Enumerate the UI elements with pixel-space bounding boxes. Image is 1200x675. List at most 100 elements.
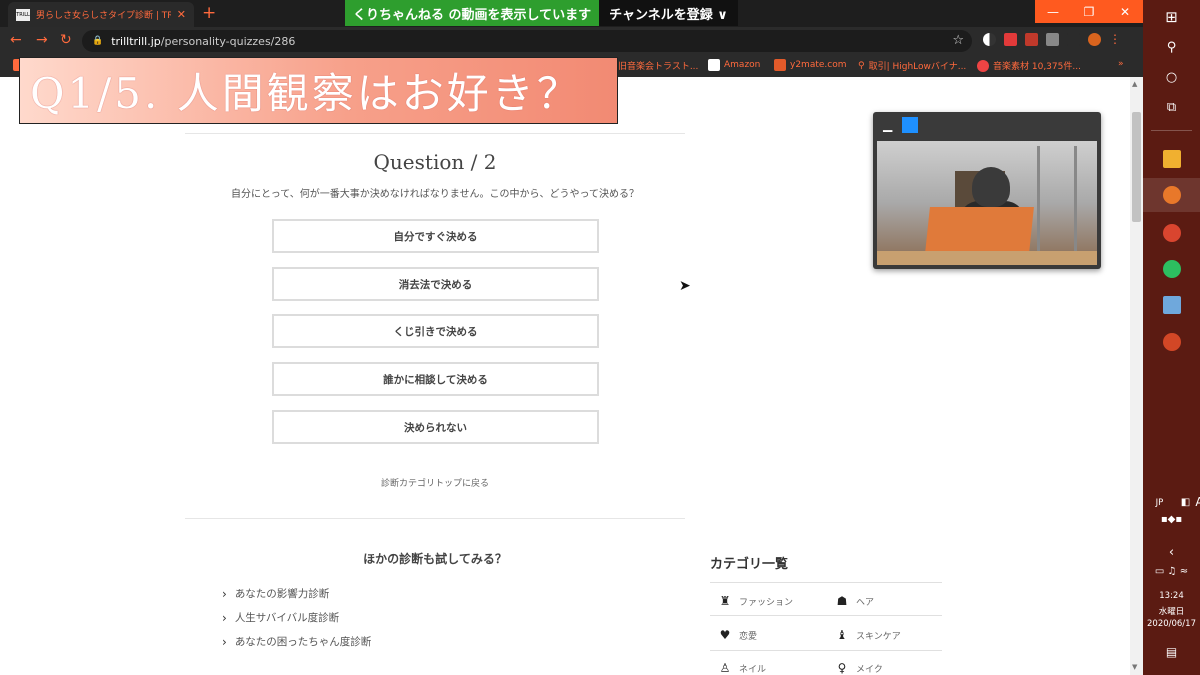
- url-host: trilltrill.jp: [111, 34, 161, 48]
- extension-contrast-icon[interactable]: [983, 33, 996, 46]
- tray-apps-icon[interactable]: ▪◆▪: [1143, 514, 1200, 525]
- bookmark-amazon[interactable]: Amazon: [708, 59, 760, 71]
- chevron-left-icon[interactable]: ‹: [1143, 545, 1200, 560]
- battery-headphone-wifi-icon[interactable]: ▭ ♫ ≈: [1143, 566, 1200, 577]
- clock-date: 2020/06/17: [1147, 619, 1196, 629]
- maximize-icon[interactable]: [902, 117, 919, 133]
- scroll-up-icon[interactable]: ▲: [1132, 80, 1137, 88]
- back-arrow-icon[interactable]: ←: [10, 32, 22, 48]
- bookmark-highlow[interactable]: ⚲ 取引| HighLowバイナ...: [858, 59, 966, 73]
- other-quizzes-heading: ほかの診断も試してみる？: [363, 552, 507, 566]
- channel-notice: くりちゃんねる の動画を表示しています: [345, 0, 600, 26]
- category-list-heading: カテゴリ一覧: [710, 557, 789, 572]
- subscribe-button[interactable]: チャンネルを登録 ∨: [599, 0, 738, 26]
- search-icon[interactable]: ⚲: [1143, 40, 1200, 55]
- clock-time[interactable]: 13:24: [1143, 591, 1200, 601]
- chevron-right-icon: ›: [222, 634, 227, 649]
- back-to-category-link[interactable]: 診断カテゴリトップに戻る: [185, 476, 685, 489]
- divider: [1151, 130, 1192, 131]
- answer-button-1[interactable]: 自分ですぐ決める: [272, 219, 599, 253]
- scroll-thumb[interactable]: [1132, 112, 1141, 222]
- hair-icon: ☗: [836, 594, 848, 608]
- evernote-icon[interactable]: [1143, 260, 1200, 278]
- tab-close-icon[interactable]: ✕: [177, 8, 186, 21]
- category-nail[interactable]: ♙ ネイル: [718, 661, 766, 675]
- profile-avatar-icon[interactable]: [1088, 33, 1101, 46]
- answer-button-2[interactable]: 消去法で決める: [272, 267, 599, 301]
- divider: [710, 650, 942, 651]
- bookmarks-more-button[interactable]: »: [1118, 59, 1124, 69]
- bookmark-star-icon[interactable]: ☆: [952, 33, 964, 48]
- extension-pdf-icon[interactable]: [1025, 33, 1038, 46]
- clock-weekday: 水曜日: [1158, 607, 1185, 617]
- answer-button-5[interactable]: 決められない: [272, 410, 599, 444]
- other-quiz-link[interactable]: › あなたの困ったちゃん度診断: [222, 634, 371, 649]
- dress-icon: ♜: [719, 594, 731, 608]
- answer-button-4[interactable]: 誰かに相談して決める: [272, 362, 599, 396]
- webcam-scene: [972, 167, 1010, 207]
- browser-tab[interactable]: TRILL 男らしさ女らしさタイプ診断 | TRILL( ✕: [8, 2, 194, 27]
- window-controls: — ❐ ✕: [1035, 0, 1143, 23]
- reload-icon[interactable]: ↻: [60, 32, 72, 48]
- minimize-icon[interactable]: ▁: [883, 118, 892, 132]
- video-overlay-title: Q1/5. 人間観察はお好き？: [19, 57, 618, 124]
- url-input[interactable]: 🔒 trilltrill.jp/personality-quizzes/286 …: [82, 30, 972, 52]
- windows-start-icon[interactable]: ⊞: [1143, 8, 1200, 26]
- webcam-video: [877, 141, 1097, 265]
- y2mate-icon: [774, 59, 786, 71]
- divider: [185, 518, 685, 519]
- category-skincare[interactable]: ♝ スキンケア: [835, 628, 901, 642]
- file-explorer-icon[interactable]: [1143, 150, 1200, 168]
- webcam-titlebar: ▁: [873, 112, 1101, 138]
- category-love[interactable]: ♥ 恋愛: [718, 628, 757, 642]
- bookmark-music[interactable]: 音楽素材 10,375件...: [977, 59, 1081, 72]
- bookmark-item[interactable]: 旧音楽会トラスト...: [618, 59, 698, 72]
- forward-arrow-icon[interactable]: →: [36, 32, 48, 48]
- youtube-channel-banner: くりちゃんねる の動画を表示しています チャンネルを登録 ∨: [345, 0, 738, 26]
- divider: [185, 133, 685, 134]
- question-text: 自分にとって、何が一番大事か決めなければなりません。この中から、どうやって決める…: [231, 189, 639, 200]
- webcam-scene: [1037, 146, 1077, 256]
- heart-icon: ♥: [719, 628, 731, 642]
- new-tab-button[interactable]: +: [202, 4, 216, 22]
- chain-icon: ⚲: [858, 60, 865, 71]
- webcam-window[interactable]: ▁: [873, 112, 1101, 269]
- question-heading: Question / 2: [373, 150, 497, 174]
- restore-button[interactable]: ❐: [1071, 0, 1107, 23]
- other-quiz-link[interactable]: › 人生サバイバル度診断: [222, 610, 339, 625]
- category-makeup[interactable]: ♀ メイク: [835, 661, 883, 675]
- ime-indicator[interactable]: A: [1171, 495, 1200, 509]
- notification-icon[interactable]: ▤: [1143, 645, 1200, 659]
- url-path: /personality-quizzes/286: [160, 34, 296, 48]
- chevron-right-icon: ›: [222, 610, 227, 625]
- divider: [710, 615, 942, 616]
- page-scrollbar[interactable]: ▲ ▼: [1130, 77, 1143, 675]
- amazon-icon: [708, 59, 720, 71]
- other-quiz-link[interactable]: › あなたの影響力診断: [222, 586, 329, 601]
- scroll-down-icon[interactable]: ▼: [1132, 663, 1137, 671]
- close-window-button[interactable]: ✕: [1107, 0, 1143, 23]
- extension-barcode-icon[interactable]: [1046, 33, 1059, 46]
- minimize-button[interactable]: —: [1035, 0, 1071, 23]
- category-hair[interactable]: ☗ ヘア: [835, 594, 874, 608]
- cortana-icon[interactable]: ○: [1143, 70, 1200, 85]
- firefox-icon[interactable]: [1143, 186, 1200, 204]
- answer-button-3[interactable]: くじ引きで決める: [272, 314, 599, 348]
- chrome-icon[interactable]: [1143, 224, 1200, 242]
- browser-menu-icon[interactable]: ⋮: [1109, 33, 1121, 46]
- bookmark-y2mate[interactable]: y2mate.com: [774, 59, 846, 71]
- tab-favicon-icon: TRILL: [16, 8, 30, 21]
- divider: [710, 582, 942, 583]
- powerpoint-icon[interactable]: [1143, 333, 1200, 351]
- extension-pocket-icon[interactable]: [1004, 33, 1017, 46]
- task-view-icon[interactable]: ⧉: [1143, 100, 1200, 115]
- address-bar-row: ← → ↻ 🔒 trilltrill.jp/personality-quizze…: [0, 27, 1143, 55]
- extension-icons: ⋮: [983, 33, 1121, 46]
- music-icon: [977, 59, 989, 72]
- nail-icon: ♙: [719, 661, 731, 675]
- mouse-cursor-icon: ➤: [679, 278, 691, 294]
- app-icon[interactable]: [1143, 296, 1200, 314]
- category-fashion[interactable]: ♜ ファッション: [718, 594, 793, 608]
- bottle-icon: ♝: [836, 628, 848, 642]
- makeup-icon: ♀: [837, 661, 847, 675]
